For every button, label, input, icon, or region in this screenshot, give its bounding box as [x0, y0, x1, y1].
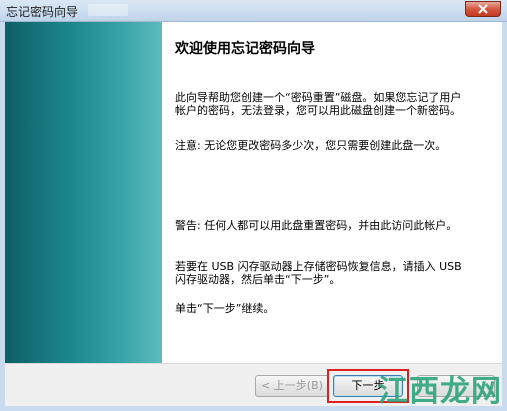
wizard-intro-text: 此向导帮助您创建一个“密码重置”磁盘。如果您忘记了用户帐户的密码，无法登录，您可… [175, 91, 462, 117]
close-icon [478, 4, 488, 14]
wizard-usb-text: 若要在 USB 闪存驱动器上存储密码恢复信息，请插入 USB 闪存驱动器，然后单… [175, 260, 466, 286]
wizard-heading: 欢迎使用忘记密码向导 [175, 41, 315, 57]
window-title: 忘记密码向导 [6, 5, 79, 19]
title-bar-ghost [88, 4, 128, 16]
watermark-text: 江西龙网 [378, 374, 502, 409]
wizard-note-text: 注意: 无论您更改密码多少次，您只需要创建此盘一次。 [175, 139, 447, 152]
title-bar: 忘记密码向导 [0, 0, 507, 22]
watermark: 江西龙网 [378, 364, 502, 409]
wizard-continue-text: 单击“下一步”继续。 [175, 302, 275, 315]
wizard-warning-text: 警告: 任何人都可以用此盘重置密码，并由此访问此帐户。 [175, 219, 458, 232]
wizard-content: 欢迎使用忘记密码向导 此向导帮助您创建一个“密码重置”磁盘。如果您忘记了用户帐户… [162, 22, 502, 363]
back-button[interactable]: < 上一步(B) [255, 375, 329, 397]
close-button[interactable] [465, 1, 501, 17]
window-frame-right [502, 22, 507, 411]
wizard-side-banner [5, 22, 162, 363]
